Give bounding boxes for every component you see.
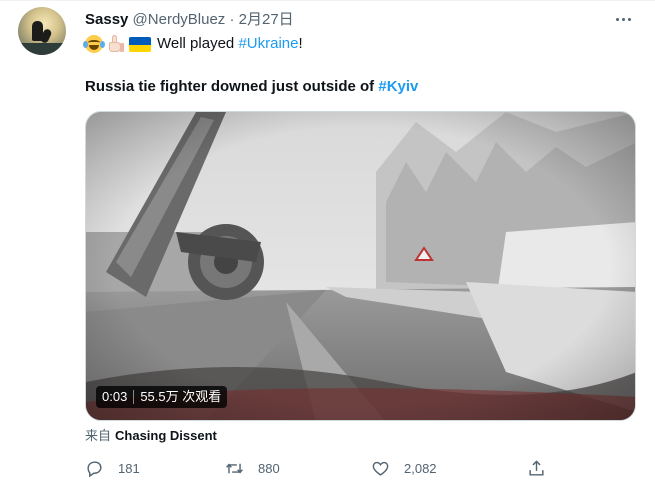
- reply-icon: [87, 460, 102, 477]
- video-view-count: 55.5万 次观看: [140, 389, 222, 404]
- heart-icon: [372, 461, 389, 476]
- badge-divider: [133, 390, 135, 404]
- retweet-icon: [226, 462, 243, 474]
- thumbs-up-emoji-icon: [107, 35, 125, 53]
- retweet-button[interactable]: 880: [225, 455, 280, 481]
- tweet-card[interactable]: Sassy @NerdyBluez · 2月27日 Well played #U…: [0, 0, 655, 487]
- hashtag-kyiv[interactable]: #Kyiv: [378, 78, 418, 95]
- share-icon: [529, 459, 544, 476]
- tweet-text-suffix: !: [298, 35, 303, 52]
- header-separator: ·: [229, 11, 235, 28]
- tweet-text-part: Well played: [157, 35, 239, 52]
- avatar-ground: [18, 43, 66, 55]
- avatar[interactable]: [18, 7, 66, 55]
- video-player[interactable]: [85, 111, 636, 421]
- tweet-text: Well played #Ukraine!: [157, 34, 303, 54]
- reply-count: 181: [118, 460, 140, 476]
- tweet-text-line-1: Well played #Ukraine!: [83, 34, 303, 54]
- ukraine-flag-emoji-icon: [129, 37, 151, 52]
- video-thumbnail: [86, 112, 635, 420]
- video-source: 来自 Chasing Dissent: [85, 427, 217, 445]
- tweet-date[interactable]: 2月27日: [239, 11, 294, 28]
- tweet-header: Sassy @NerdyBluez · 2月27日: [85, 10, 294, 30]
- video-stats-badge: 0:03 55.5万 次观看: [96, 386, 228, 408]
- source-account[interactable]: Chasing Dissent: [115, 428, 217, 443]
- tweet-text-part: Russia tie fighter downed just outside o…: [85, 78, 379, 95]
- reply-button[interactable]: 181: [85, 455, 140, 481]
- retweet-count: 880: [258, 460, 280, 476]
- video-duration: 0:03: [102, 389, 128, 404]
- like-count: 2,082: [404, 460, 437, 476]
- tears-of-joy-emoji-icon: [83, 35, 105, 53]
- display-name[interactable]: Sassy: [85, 11, 128, 28]
- like-button[interactable]: 2,082: [371, 455, 437, 481]
- source-prefix: 来自: [85, 428, 112, 443]
- tweet-text-line-2: Russia tie fighter downed just outside o…: [85, 77, 418, 97]
- hashtag-ukraine[interactable]: #Ukraine: [238, 35, 298, 52]
- tweet-actions: 181 880 2,082: [85, 455, 555, 481]
- share-button[interactable]: [527, 455, 546, 481]
- user-handle[interactable]: @NerdyBluez: [133, 11, 226, 28]
- more-options-icon[interactable]: [611, 9, 635, 29]
